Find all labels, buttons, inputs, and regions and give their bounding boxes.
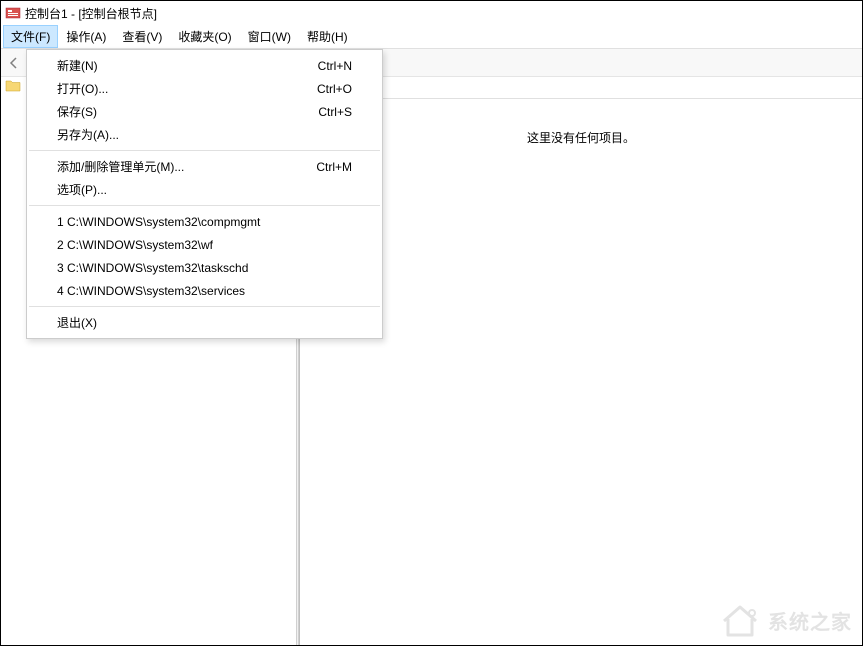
menu-separator [29,306,380,307]
menu-item-label: 选项(P)... [57,181,107,198]
list-panel: 这里没有任何项目。 [300,77,862,645]
watermark-text: 系统之家 [768,606,852,635]
empty-list-text: 这里没有任何项目。 [527,129,635,146]
menu-help-label: 帮助(H) [307,28,348,45]
menu-item-save[interactable]: 保存(S) Ctrl+S [27,100,382,123]
menu-window[interactable]: 窗口(W) [240,25,299,48]
menubar: 文件(F) 操作(A) 查看(V) 收藏夹(O) 窗口(W) 帮助(H) [1,25,862,49]
folder-icon [5,79,21,93]
menu-item-label: 4 C:\WINDOWS\system32\services [57,284,245,298]
menu-item-recent-1[interactable]: 1 C:\WINDOWS\system32\compmgmt [27,210,382,233]
menu-action[interactable]: 操作(A) [58,25,114,48]
menu-item-label: 新建(N) [57,57,98,74]
menu-item-options[interactable]: 选项(P)... [27,178,382,201]
menu-view-label: 查看(V) [122,28,162,45]
menu-favorites-label: 收藏夹(O) [178,28,231,45]
watermark: 系统之家 [720,603,852,637]
menu-item-new[interactable]: 新建(N) Ctrl+N [27,54,382,77]
mmc-app-icon [5,5,21,21]
titlebar: 控制台1 - [控制台根节点] [1,1,862,25]
menu-item-exit[interactable]: 退出(X) [27,311,382,334]
back-arrow-icon [6,55,22,71]
menu-view[interactable]: 查看(V) [114,25,170,48]
menu-item-recent-4[interactable]: 4 C:\WINDOWS\system32\services [27,279,382,302]
menu-item-shortcut: Ctrl+S [318,105,352,119]
menu-file-label: 文件(F) [11,28,50,45]
house-icon [720,603,760,637]
menu-item-label: 另存为(A)... [57,126,119,143]
menu-separator [29,150,380,151]
menu-item-save-as[interactable]: 另存为(A)... [27,123,382,146]
menu-help[interactable]: 帮助(H) [299,25,356,48]
menu-item-recent-2[interactable]: 2 C:\WINDOWS\system32\wf [27,233,382,256]
menu-item-label: 退出(X) [57,314,97,331]
menu-item-label: 打开(O)... [57,80,108,97]
menu-favorites[interactable]: 收藏夹(O) [170,25,239,48]
menu-item-label: 1 C:\WINDOWS\system32\compmgmt [57,215,260,229]
menu-item-shortcut: Ctrl+O [317,82,352,96]
menu-item-add-remove-snapin[interactable]: 添加/删除管理单元(M)... Ctrl+M [27,155,382,178]
menu-item-label: 2 C:\WINDOWS\system32\wf [57,238,213,252]
menu-file[interactable]: 文件(F) [3,25,58,48]
menu-action-label: 操作(A) [66,28,106,45]
menu-item-label: 3 C:\WINDOWS\system32\taskschd [57,261,248,275]
menu-window-label: 窗口(W) [248,28,291,45]
menu-item-label: 添加/删除管理单元(M)... [57,158,184,175]
list-body: 这里没有任何项目。 [300,99,862,645]
menu-item-recent-3[interactable]: 3 C:\WINDOWS\system32\taskschd [27,256,382,279]
menu-item-label: 保存(S) [57,103,97,120]
file-dropdown-menu: 新建(N) Ctrl+N 打开(O)... Ctrl+O 保存(S) Ctrl+… [26,49,383,339]
list-header [300,77,862,99]
titlebar-text: 控制台1 - [控制台根节点] [25,5,157,22]
menu-item-shortcut: Ctrl+N [318,59,352,73]
menu-item-open[interactable]: 打开(O)... Ctrl+O [27,77,382,100]
back-button[interactable] [3,52,25,74]
menu-item-shortcut: Ctrl+M [316,160,352,174]
menu-separator [29,205,380,206]
